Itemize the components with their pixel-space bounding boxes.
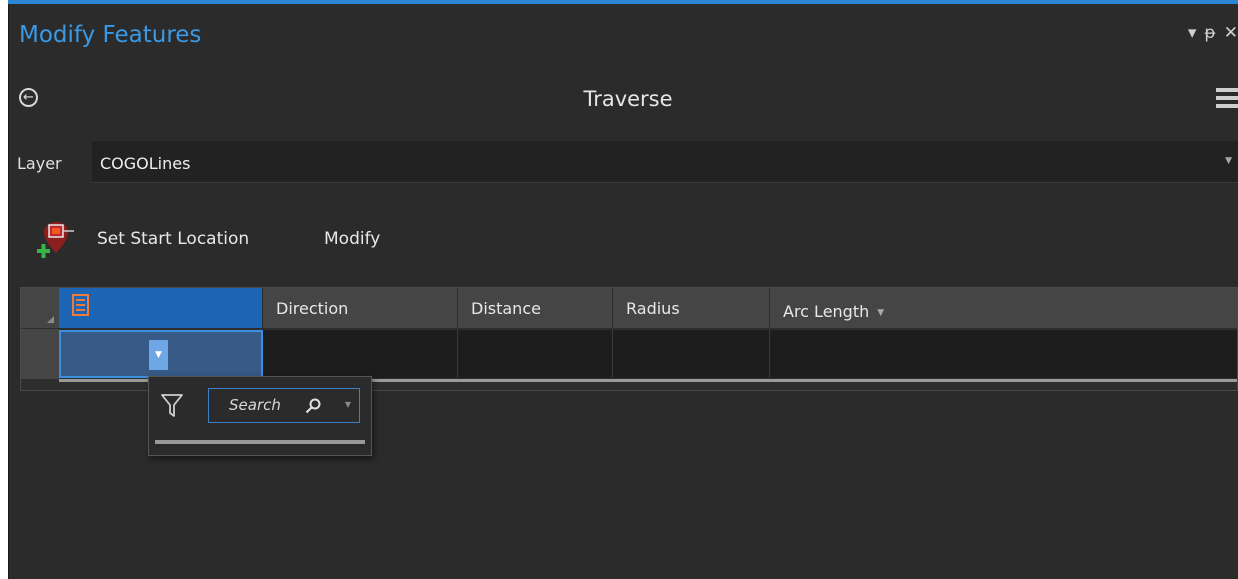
column-header-label: Arc Length	[783, 302, 870, 321]
chevron-down-icon[interactable]: ▼	[877, 308, 884, 318]
arrow-left-icon: ←	[23, 90, 34, 105]
chevron-down-icon: ▼	[155, 350, 162, 360]
modify-button[interactable]: Modify	[324, 229, 380, 249]
filter-icon[interactable]	[161, 393, 183, 419]
pane-accent-bar	[8, 0, 1238, 4]
pane-options-dropdown-button[interactable]: ▾	[1188, 24, 1197, 42]
modify-features-pane: Modify Features ▾ ᵽ ✕ ← Traverse Layer C…	[8, 0, 1238, 579]
column-header-type[interactable]	[59, 288, 263, 328]
chevron-down-icon: ▼	[1225, 156, 1232, 166]
chevron-down-icon[interactable]: ▼	[345, 400, 351, 409]
table-cell-radius[interactable]	[613, 330, 770, 378]
set-start-location-button[interactable]: Set Start Location	[97, 229, 249, 249]
column-header-radius[interactable]: Radius	[613, 288, 770, 328]
column-header-label: Direction	[276, 299, 349, 318]
search-placeholder: Search	[229, 396, 281, 414]
column-header-distance[interactable]: Distance	[458, 288, 613, 328]
layer-select[interactable]: COGOLines ▼	[92, 141, 1238, 183]
table-cell-type[interactable]: ▼	[59, 330, 263, 378]
pane-border	[8, 0, 9, 579]
search-input[interactable]: Search ▼	[208, 388, 360, 423]
column-header-label: Radius	[626, 299, 680, 318]
select-all-triangle-icon	[47, 316, 54, 323]
column-header-arc-length-text: Arc Length ▼	[783, 302, 884, 321]
back-button[interactable]: ←	[19, 88, 38, 107]
cell-dropdown-popup: Search ▼	[148, 376, 372, 456]
pane-title: Modify Features	[19, 22, 202, 48]
row-header[interactable]	[21, 329, 59, 379]
tool-title: Traverse	[583, 87, 673, 111]
column-header-arc-length[interactable]: Arc Length ▼	[770, 288, 1237, 328]
pane-window-controls: ▾ ᵽ ✕	[1188, 24, 1238, 42]
layer-label: Layer	[17, 154, 62, 173]
set-start-location-icon[interactable]	[36, 216, 76, 262]
pin-button[interactable]: ᵽ	[1204, 24, 1215, 42]
table-cell-arc-length[interactable]	[770, 330, 1237, 378]
table-icon	[72, 294, 89, 316]
hamburger-menu-icon[interactable]	[1216, 88, 1238, 112]
column-header-label: Distance	[471, 299, 541, 318]
close-button[interactable]: ✕	[1224, 24, 1238, 42]
layer-select-value: COGOLines	[100, 154, 191, 173]
cell-dropdown-button[interactable]: ▼	[149, 340, 168, 370]
table-cell-distance[interactable]	[458, 330, 613, 378]
popup-scrollbar[interactable]	[155, 440, 365, 444]
column-header-direction[interactable]: Direction	[263, 288, 458, 328]
search-icon[interactable]	[305, 398, 321, 414]
table-cell-direction[interactable]	[263, 330, 458, 378]
